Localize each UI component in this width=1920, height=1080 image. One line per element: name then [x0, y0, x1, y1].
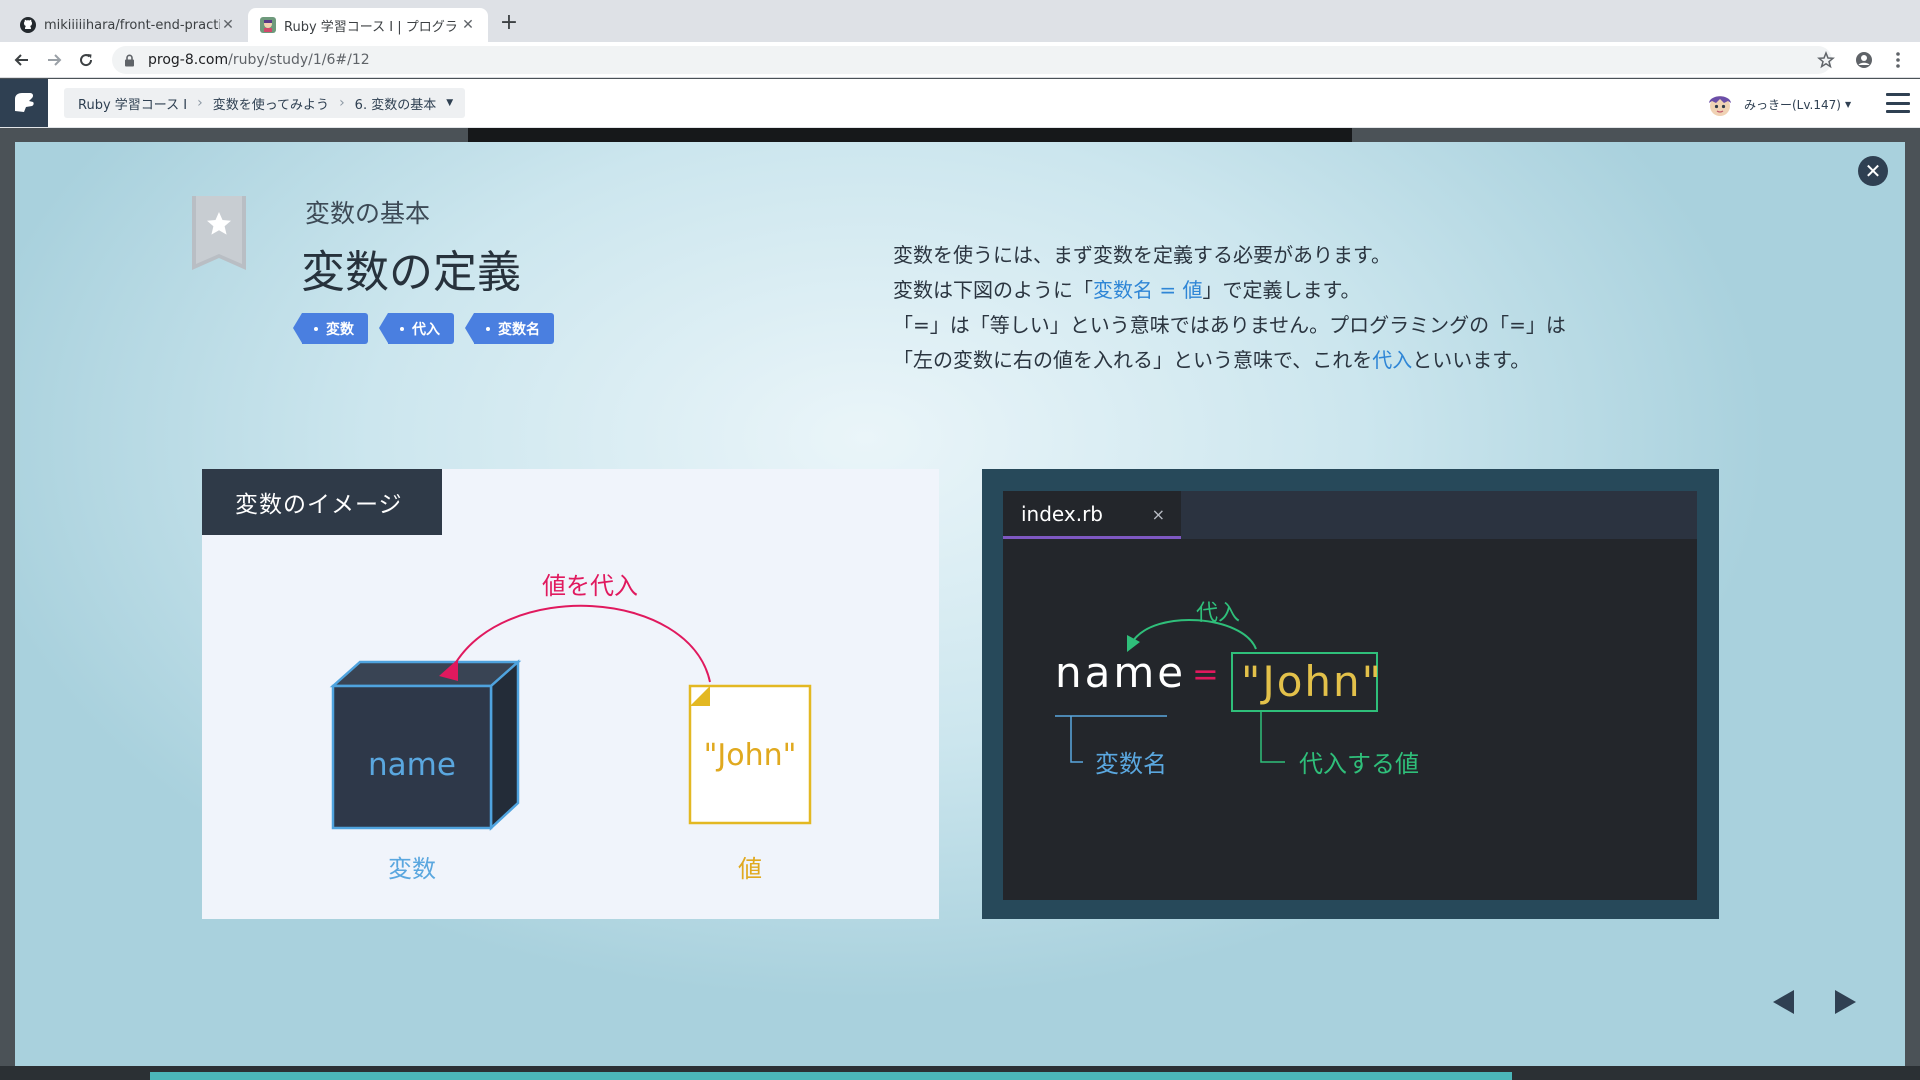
chevron-right-icon: ›: [339, 95, 345, 111]
close-icon[interactable]: ✕: [1858, 156, 1888, 186]
backdrop-video-edge: [468, 128, 1352, 142]
breadcrumb-course[interactable]: Ruby 学習コース Ⅰ: [78, 94, 187, 113]
image-panel-title: 変数のイメージ: [202, 469, 442, 535]
user-menu[interactable]: みっきー(Lv.147) ▼: [1706, 91, 1851, 117]
var-bracket: [1070, 716, 1083, 763]
caret-down-icon[interactable]: ▼: [446, 98, 453, 108]
tag-assignment[interactable]: 代入: [379, 313, 454, 344]
lock-icon: [124, 54, 138, 67]
tab-title: mikiiiiihara/front-end-practice: [44, 17, 220, 33]
prev-slide-arrow-icon[interactable]: [1772, 989, 1796, 1015]
progate-logo-icon[interactable]: [0, 79, 48, 127]
page-bottom-strip: [0, 1066, 1920, 1080]
new-tab-icon[interactable]: +: [498, 12, 520, 36]
url-host: prog-8.com: [148, 52, 229, 68]
tag-label: 変数: [326, 321, 354, 338]
desc-line-1: 変数を使うには、まず変数を定義する必要があります。: [893, 243, 1391, 267]
cube-top: [329, 660, 522, 688]
breadcrumb: Ruby 学習コース Ⅰ › 変数を使ってみよう › 6. 変数の基本 ▼: [64, 88, 466, 118]
tag-label: 変数名: [498, 321, 540, 338]
slide-modal: ✕ 変数の基本 変数の定義 変数 代入 変数名 変数を使うには、まず変数を定義す…: [15, 142, 1905, 1066]
chevron-right-icon: ›: [197, 95, 203, 111]
forward-arrow-icon[interactable]: [42, 48, 66, 72]
slide-description: 変数を使うには、まず変数を定義する必要があります。 変数は下図のように「変数名 …: [893, 238, 1713, 378]
bookmark-star-icon[interactable]: [192, 196, 246, 270]
code-panel: index.rb × name = "John" 変数名 代入する値 代入: [982, 469, 1719, 919]
address-bar[interactable]: prog-8.com/ruby/study/1/6#/12: [112, 46, 1832, 74]
slide-subtitle: 変数の基本: [305, 199, 431, 228]
desc-line-4: 「左の変数に右の値を入れる」という意味で、これを代入といいます。: [893, 348, 1531, 372]
close-icon[interactable]: ✕: [220, 17, 236, 33]
avatar: [1709, 96, 1731, 116]
github-icon: [20, 17, 36, 33]
cube-label: name: [368, 747, 456, 783]
code-var: name: [1055, 648, 1186, 697]
profile-icon[interactable]: [1852, 48, 1876, 72]
value-bracket: [1260, 712, 1285, 763]
caret-down-icon: ▼: [1844, 99, 1852, 109]
close-icon[interactable]: ✕: [460, 17, 476, 33]
cube-side: [489, 659, 520, 831]
url-path: /ruby/study/1/6#/12: [228, 52, 370, 68]
tag-variable-name[interactable]: 変数名: [465, 313, 554, 344]
site-header: Ruby 学習コース Ⅰ › 変数を使ってみよう › 6. 変数の基本 ▼ みっ…: [0, 79, 1920, 128]
code-illustration: name = "John" 変数名 代入する値 代入: [1055, 601, 1419, 778]
prog8-favicon-icon: [260, 17, 276, 33]
browser-tabbar: mikiiiiihara/front-end-practice ✕ Ruby 学…: [0, 0, 1920, 42]
tab-title: Ruby 学習コース I | プログラミン: [284, 19, 460, 35]
code-operator: =: [1192, 655, 1219, 693]
browser-tab-github[interactable]: mikiiiiihara/front-end-practice ✕: [8, 8, 248, 42]
code-arrow-label: 代入: [1196, 601, 1240, 626]
tag-label: 代入: [412, 321, 440, 338]
reload-icon[interactable]: [74, 48, 98, 72]
bookmark-star-icon[interactable]: [1814, 48, 1838, 72]
desc-line-3: 「=」は「等しい」という意味ではありません。プログラミングの「=」は: [893, 313, 1566, 337]
var-caption: 変数名: [1095, 750, 1167, 778]
value-caption: 値: [738, 855, 762, 883]
desc-line-2: 変数は下図のように「変数名 = 値」で定義します。: [893, 278, 1361, 302]
value-caption: 代入する値: [1299, 750, 1419, 778]
browser-tab-prog8[interactable]: Ruby 学習コース I | プログラミン ✕: [248, 8, 488, 42]
assign-arrow-label: 値を代入: [542, 572, 638, 600]
slide-title: 変数の定義: [301, 247, 521, 298]
hamburger-menu-icon[interactable]: [1886, 93, 1910, 113]
breadcrumb-lesson[interactable]: 6. 変数の基本: [355, 94, 437, 113]
breadcrumb-chapter[interactable]: 変数を使ってみよう: [213, 94, 329, 113]
variable-illustration: name 変数 "John" 値 値を代入: [329, 572, 812, 883]
code-editor: index.rb × name = "John" 変数名 代入する値 代入: [1003, 491, 1697, 900]
user-label: みっきー(Lv.147): [1744, 97, 1841, 112]
back-arrow-icon[interactable]: [10, 48, 34, 72]
kebab-menu-icon[interactable]: [1886, 48, 1910, 72]
paper-label: "John": [704, 738, 797, 773]
code-value: "John": [1241, 657, 1383, 706]
variable-caption: 変数: [388, 855, 436, 883]
tag-variable[interactable]: 変数: [293, 313, 368, 344]
next-slide-arrow-icon[interactable]: [1833, 989, 1857, 1015]
tag-list: 変数 代入 変数名: [293, 313, 554, 344]
variable-image-panel: name 変数 "John" 値 値を代入 変数のイメージ: [202, 469, 939, 919]
browser-toolbar: prog-8.com/ruby/study/1/6#/12: [0, 42, 1920, 78]
